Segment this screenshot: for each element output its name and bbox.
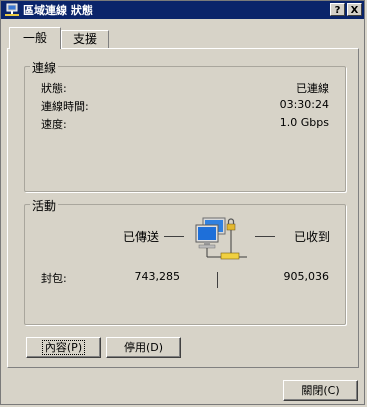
disable-button[interactable]: 停用(D) [106,337,181,358]
help-icon: ? [334,5,341,16]
window-title: 區域連線 狀態 [23,4,93,17]
disable-button-label: 停用(D) [123,341,164,354]
close-button[interactable]: 關閉(C) [283,380,358,401]
tab-support-label: 支援 [72,32,97,46]
connection-group: 連線 狀態: 已連線 連線時間: 03:30:24 速度: 1.0 Gbps [24,59,346,192]
speed-value: 1.0 Gbps [279,116,329,129]
packets-label: 封包: [41,272,67,285]
packets-sent-value: 743,285 [134,270,181,283]
help-button[interactable]: ? [330,3,345,16]
activity-group: 活動 已傳送 已收到 封包: 743,285 905,036 [24,197,346,325]
properties-button-label: 內容(P) [41,340,86,355]
connection-group-label: 連線 [30,59,59,76]
status-window: 區域連線 狀態 ? X 一般 支援 連線 狀態: 已連線 連線時間: 03:30… [0,0,365,405]
close-window-button[interactable]: X [347,3,362,16]
duration-value: 03:30:24 [279,98,329,111]
speed-label: 速度: [41,118,67,131]
tab-panel-general: 連線 狀態: 已連線 連線時間: 03:30:24 速度: 1.0 Gbps 活… [7,48,359,368]
title-bar[interactable]: 區域連線 狀態 [1,1,364,19]
network-activity-icon [195,217,247,260]
received-label: 已收到 [294,230,331,244]
sent-dash [164,236,184,237]
properties-button[interactable]: 內容(P) [26,337,101,358]
activity-group-label: 活動 [30,197,59,214]
tab-support[interactable]: 支援 [61,30,109,48]
tab-general-label: 一般 [22,31,47,45]
sent-label: 已傳送 [123,230,160,244]
status-label: 狀態: [41,82,67,95]
duration-label: 連線時間: [41,100,89,113]
tab-general[interactable]: 一般 [9,27,61,49]
received-dash [255,236,275,237]
close-icon: X [350,5,359,16]
status-value: 已連線 [296,82,329,95]
close-button-label: 關閉(C) [301,384,340,397]
network-connection-icon [5,3,19,16]
packets-received-value: 905,036 [283,270,330,283]
activity-divider [217,272,218,288]
